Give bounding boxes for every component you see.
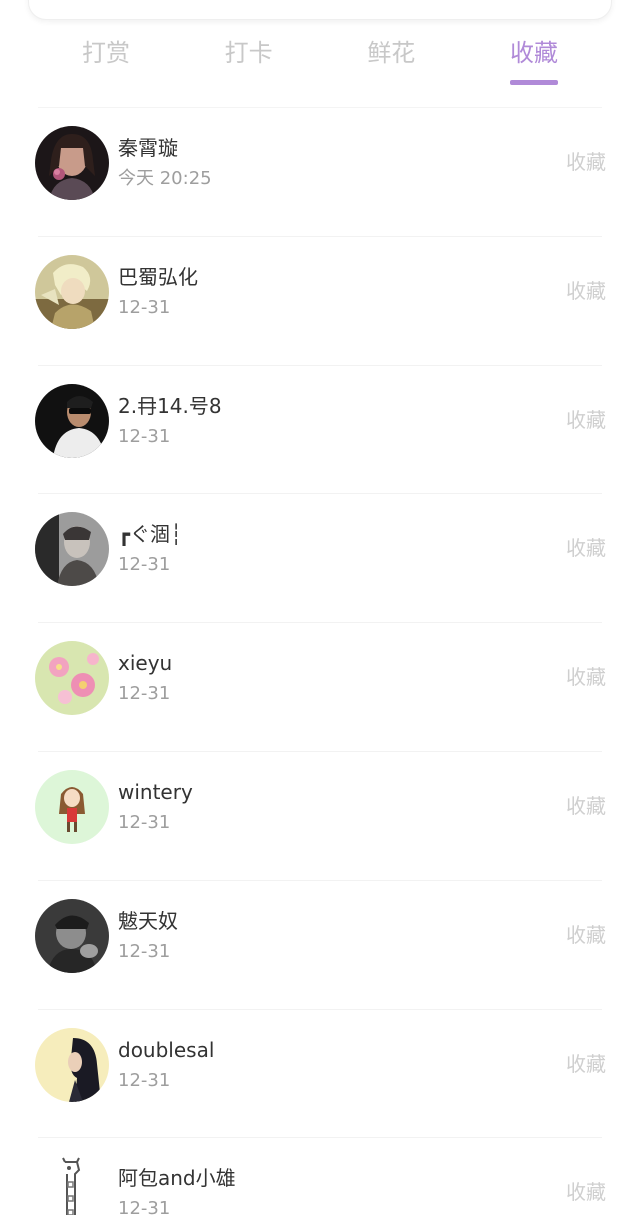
user-name: ┏ぐ涸┆ [118, 522, 183, 547]
user-name: 2.冄14.号8 [118, 393, 222, 418]
list-item[interactable]: 巴蜀弘化 12-31 收藏 [35, 235, 606, 365]
avatar-giraffe-sketch [35, 1156, 109, 1215]
list-item[interactable]: 阿包and小雄 12-31 收藏 [35, 1137, 606, 1215]
user-name: wintery [118, 779, 193, 804]
user-name: 巴蜀弘化 [118, 264, 198, 289]
favorite-button[interactable]: 收藏 [566, 792, 606, 820]
user-name: doublesal [118, 1037, 215, 1062]
avatar[interactable] [35, 769, 109, 844]
avatar[interactable] [35, 898, 109, 973]
top-card [28, 0, 612, 20]
avatar-anime-character [35, 254, 109, 329]
timestamp: 12-31 [118, 1198, 171, 1215]
app-root: 打赏 打卡 鲜花 收藏 秦霄璇 今天 20:25 收藏 巴蜀弘化 12-31 收… [0, 0, 640, 1215]
timestamp: 12-31 [118, 683, 171, 705]
favorites-list: 秦霄璇 今天 20:25 收藏 巴蜀弘化 12-31 收藏 2.冄14.号8 1… [0, 107, 640, 1215]
timestamp: 12-31 [118, 554, 171, 576]
favorite-button[interactable]: 收藏 [566, 1178, 606, 1206]
timestamp: 12-31 [118, 296, 171, 318]
avatar[interactable] [35, 383, 109, 458]
list-item[interactable]: wintery 12-31 收藏 [35, 750, 606, 880]
timestamp: 12-31 [118, 940, 171, 962]
favorite-button[interactable]: 收藏 [566, 1050, 606, 1078]
tab-favorites[interactable]: 收藏 [463, 34, 605, 90]
user-name: 秦霄璇 [118, 136, 178, 160]
favorite-button[interactable]: 收藏 [566, 406, 606, 434]
tab-label: 收藏 [509, 39, 558, 67]
list-item[interactable]: 魃天奴 12-31 收藏 [35, 879, 606, 1009]
timestamp: 今天 20:25 [118, 168, 212, 189]
tab-label: 鲜花 [367, 39, 416, 67]
favorite-button[interactable]: 收藏 [566, 534, 606, 562]
avatar-bw-man [35, 898, 109, 973]
user-name: 魃天奴 [118, 908, 178, 933]
list-item[interactable]: doublesal 12-31 收藏 [35, 1008, 606, 1138]
tab-flowers[interactable]: 鲜花 [320, 34, 462, 90]
avatar-woman-flower [35, 126, 109, 200]
favorite-button[interactable]: 收藏 [566, 663, 606, 691]
avatar-girl-dark-hair [35, 1027, 109, 1102]
avatar[interactable] [35, 254, 109, 329]
avatar[interactable] [35, 512, 109, 587]
favorite-button[interactable]: 收藏 [566, 148, 606, 176]
tab-checkin[interactable]: 打卡 [178, 34, 320, 90]
tab-bar: 打赏 打卡 鲜花 收藏 [35, 34, 605, 90]
avatar[interactable] [35, 126, 109, 200]
tab-label: 打卡 [224, 39, 273, 67]
tab-reward[interactable]: 打赏 [35, 34, 177, 90]
avatar-cartoon-girl [35, 769, 109, 844]
list-item[interactable]: 2.冄14.号8 12-31 收藏 [35, 364, 606, 494]
timestamp: 12-31 [118, 425, 171, 447]
tab-label: 打赏 [82, 39, 130, 67]
list-item[interactable]: ┏ぐ涸┆ 12-31 收藏 [35, 493, 606, 622]
list-item[interactable]: xieyu 12-31 收藏 [35, 622, 606, 751]
list-item[interactable]: 秦霄璇 今天 20:25 收藏 [35, 107, 606, 236]
avatar-man-portrait [35, 512, 109, 587]
user-name: 阿包and小雄 [118, 1166, 236, 1191]
avatar[interactable] [35, 1156, 109, 1215]
avatar[interactable] [35, 641, 109, 716]
favorite-button[interactable]: 收藏 [566, 277, 606, 305]
avatar-man-sunglasses [35, 383, 109, 458]
timestamp: 12-31 [118, 811, 171, 833]
avatar-pink-flowers [35, 641, 109, 716]
tab-underline [509, 80, 558, 85]
user-name: xieyu [118, 651, 173, 676]
favorite-button[interactable]: 收藏 [566, 921, 606, 949]
timestamp: 12-31 [118, 1069, 171, 1091]
avatar[interactable] [35, 1027, 109, 1102]
